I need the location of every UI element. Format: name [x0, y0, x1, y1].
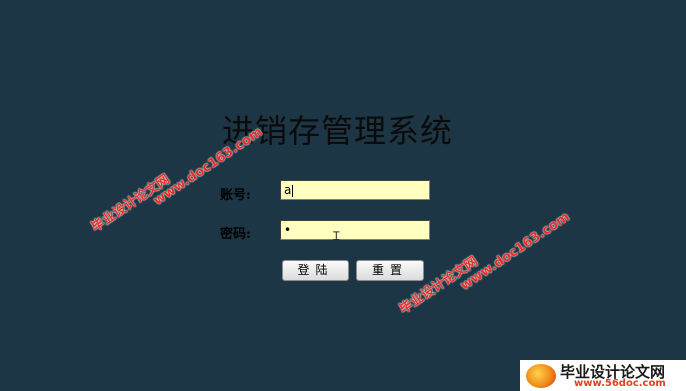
password-field[interactable]: •	[280, 220, 430, 240]
account-field[interactable]: a	[280, 180, 430, 200]
watermark-url-2: www.doc163.com	[457, 209, 573, 294]
account-label: 账号:	[220, 188, 251, 203]
login-button[interactable]: 登陆	[282, 260, 349, 281]
text-cursor-icon: Ɪ	[333, 229, 340, 243]
password-label: 密码:	[220, 227, 251, 242]
badge-url: www.56doc.com	[574, 378, 666, 389]
reset-button[interactable]: 重置	[356, 260, 424, 281]
site-badge: 毕业设计论文网 www.56doc.com	[520, 360, 686, 391]
logo-ball-icon	[526, 364, 556, 388]
text-caret	[292, 184, 294, 197]
password-value: •	[284, 223, 292, 237]
account-value: a	[284, 183, 292, 197]
